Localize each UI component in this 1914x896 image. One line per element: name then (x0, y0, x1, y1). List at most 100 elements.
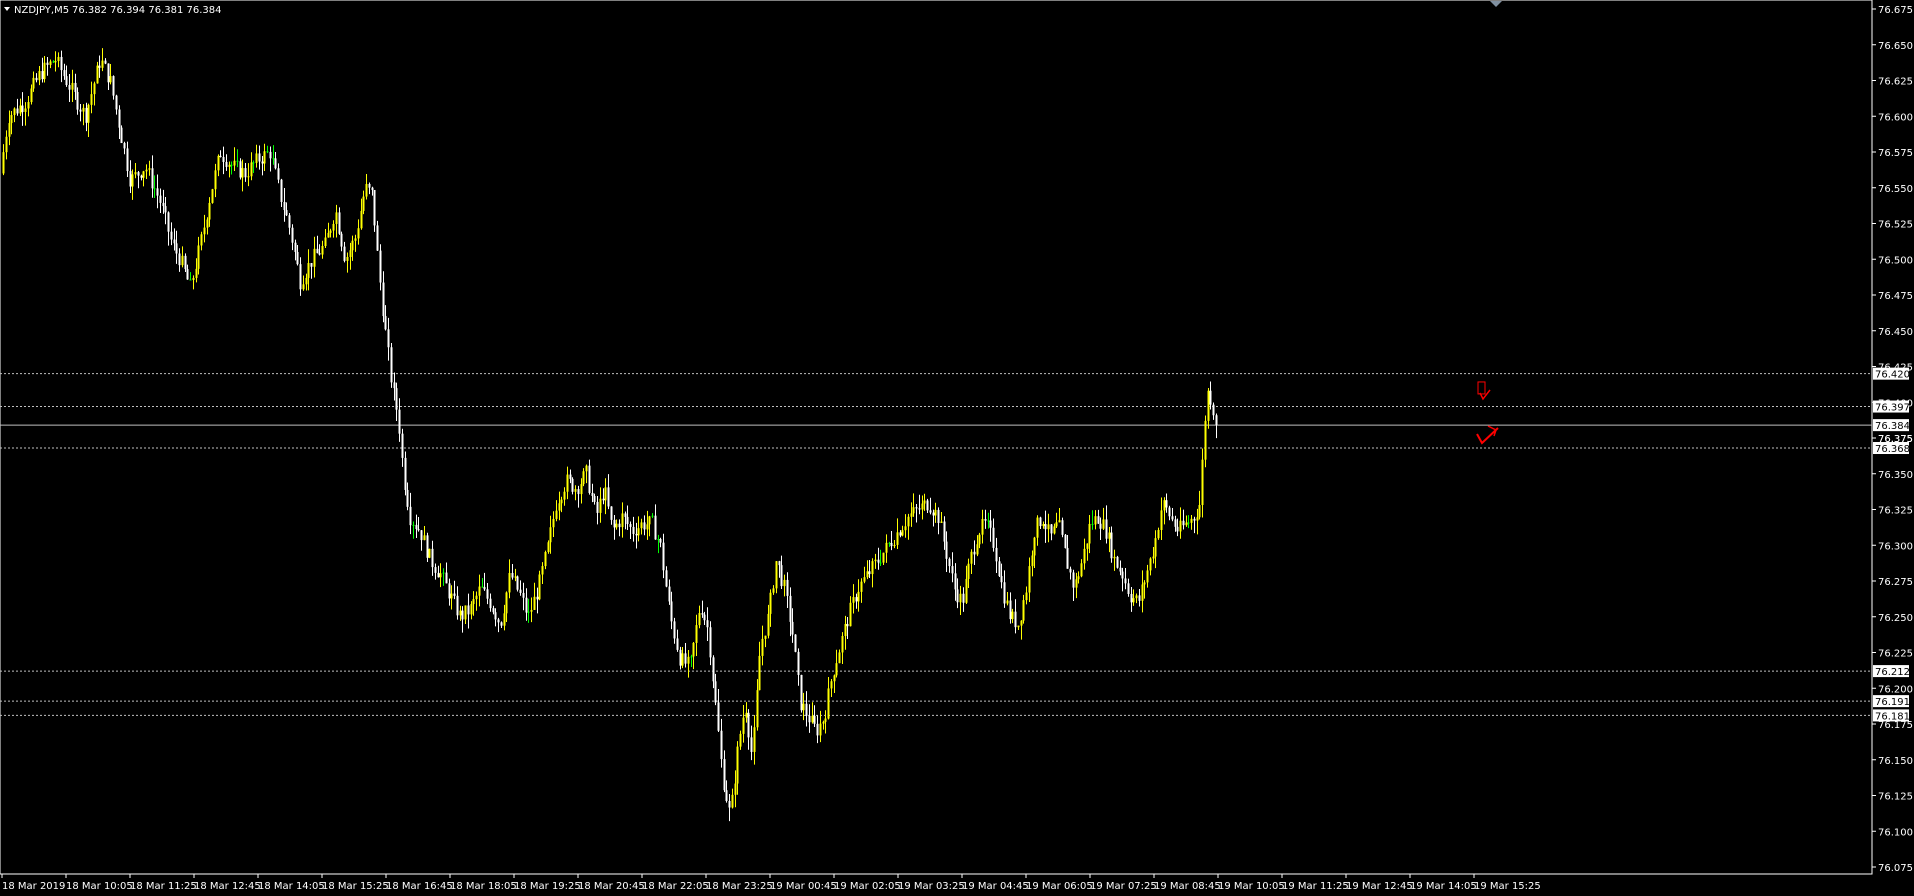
candle-body (1204, 420, 1207, 460)
order-marker[interactable] (1477, 381, 1486, 395)
candle-body (21, 105, 24, 112)
candle-body (46, 62, 49, 65)
candle-body (1061, 520, 1064, 535)
candle-body (794, 634, 797, 652)
candle-body (357, 228, 360, 239)
candle-body (668, 586, 671, 602)
candle-body (2, 152, 5, 174)
candle-body (109, 76, 112, 83)
candle-body (65, 76, 68, 86)
trade-arrows (1476, 381, 1499, 445)
candle-body (1066, 548, 1069, 569)
candle-body (923, 500, 926, 504)
candle-body (96, 65, 99, 84)
candle-body (822, 721, 825, 724)
candle-body (995, 547, 998, 562)
level-label: 76.191 (1875, 697, 1910, 708)
candle-body (761, 638, 764, 656)
time-axis[interactable]: 18 Mar 2019 18 Mar 10:0518 Mar 11:2518 Ma… (1, 874, 1541, 892)
candle-body (874, 559, 877, 562)
candle-body (965, 578, 968, 603)
y-tick-label: 76.450 (1878, 327, 1913, 338)
y-tick-label: 76.325 (1878, 506, 1913, 517)
candle-body (857, 591, 860, 602)
chart-window[interactable]: NZDJPY,M5 76.382 76.394 76.381 76.384 76… (0, 0, 1914, 896)
y-tick-label: 76.675 (1878, 5, 1913, 16)
candle-body (514, 576, 517, 578)
candle-body (687, 656, 690, 664)
candle-body (714, 681, 717, 703)
candle-body (1119, 567, 1122, 572)
candle-body (258, 153, 261, 162)
candle-body (602, 498, 605, 501)
candle-body (591, 492, 594, 496)
candle-body (657, 539, 660, 541)
x-tick-label: 18 Mar 2019 (2, 881, 65, 892)
candle-body (404, 457, 407, 490)
candle-body (87, 104, 90, 123)
y-tick-label: 76.475 (1878, 291, 1913, 302)
candle-body (1044, 524, 1047, 530)
candle-body (987, 520, 990, 522)
candle-body (901, 530, 904, 536)
candle-body (338, 212, 341, 234)
candle-body (599, 498, 602, 513)
candle-body (533, 596, 536, 610)
candle-body (203, 227, 206, 235)
candle-body (736, 746, 739, 784)
candle-body (1003, 582, 1006, 604)
x-tick-label: 19 Mar 00:45 (770, 881, 837, 892)
candle-body (239, 161, 242, 178)
candle-body (695, 625, 698, 643)
candle-body (360, 210, 363, 229)
candle-body (1141, 584, 1144, 601)
candle-body (723, 759, 726, 791)
candle-body (962, 593, 965, 603)
candle-body (186, 269, 189, 280)
candle-body (679, 649, 682, 666)
candle-body (731, 794, 734, 808)
candle-body (354, 238, 357, 241)
candle-body (789, 595, 792, 622)
candle-body (305, 277, 308, 285)
candle-body (57, 56, 60, 62)
candle-body (871, 561, 874, 575)
candle-body (654, 515, 657, 540)
candle-body (153, 188, 156, 190)
y-tick-label: 76.100 (1878, 827, 1913, 838)
candle-body (27, 102, 30, 109)
candle-body (758, 655, 761, 691)
price-chart[interactable]: NZDJPY,M5 76.382 76.394 76.381 76.384 76… (0, 0, 1914, 896)
candle-body (742, 717, 745, 734)
candle-body (1033, 537, 1036, 556)
candle-body (1009, 600, 1012, 620)
candle-body (1099, 523, 1102, 529)
candle-body (508, 573, 511, 593)
candle-body (621, 513, 624, 528)
candle-body (1207, 390, 1210, 421)
candle-body (1165, 500, 1168, 508)
chart-shift-marker-icon[interactable] (1490, 1, 1502, 7)
candle-body (120, 127, 123, 144)
candle-body (123, 143, 126, 149)
candle-body (530, 609, 533, 612)
candle-body (767, 613, 770, 636)
candle-body (808, 715, 811, 723)
x-tick-label: 18 Mar 23:25 (706, 881, 773, 892)
candle-body (230, 164, 233, 166)
candle-body (426, 535, 429, 558)
candle-body (637, 528, 640, 536)
candle-body (79, 109, 82, 112)
candle-body (252, 162, 255, 164)
candle-body (505, 592, 508, 614)
candle-body (981, 519, 984, 535)
dropdown-triangle-icon[interactable] (4, 7, 10, 11)
candle-body (131, 174, 134, 187)
candle-body (1077, 576, 1080, 580)
candle-body (371, 187, 374, 190)
candle-body (783, 579, 786, 587)
candle-body (998, 561, 1001, 577)
candle-body (1215, 415, 1218, 425)
y-tick-label: 76.625 (1878, 77, 1913, 88)
candle-body (63, 70, 66, 77)
